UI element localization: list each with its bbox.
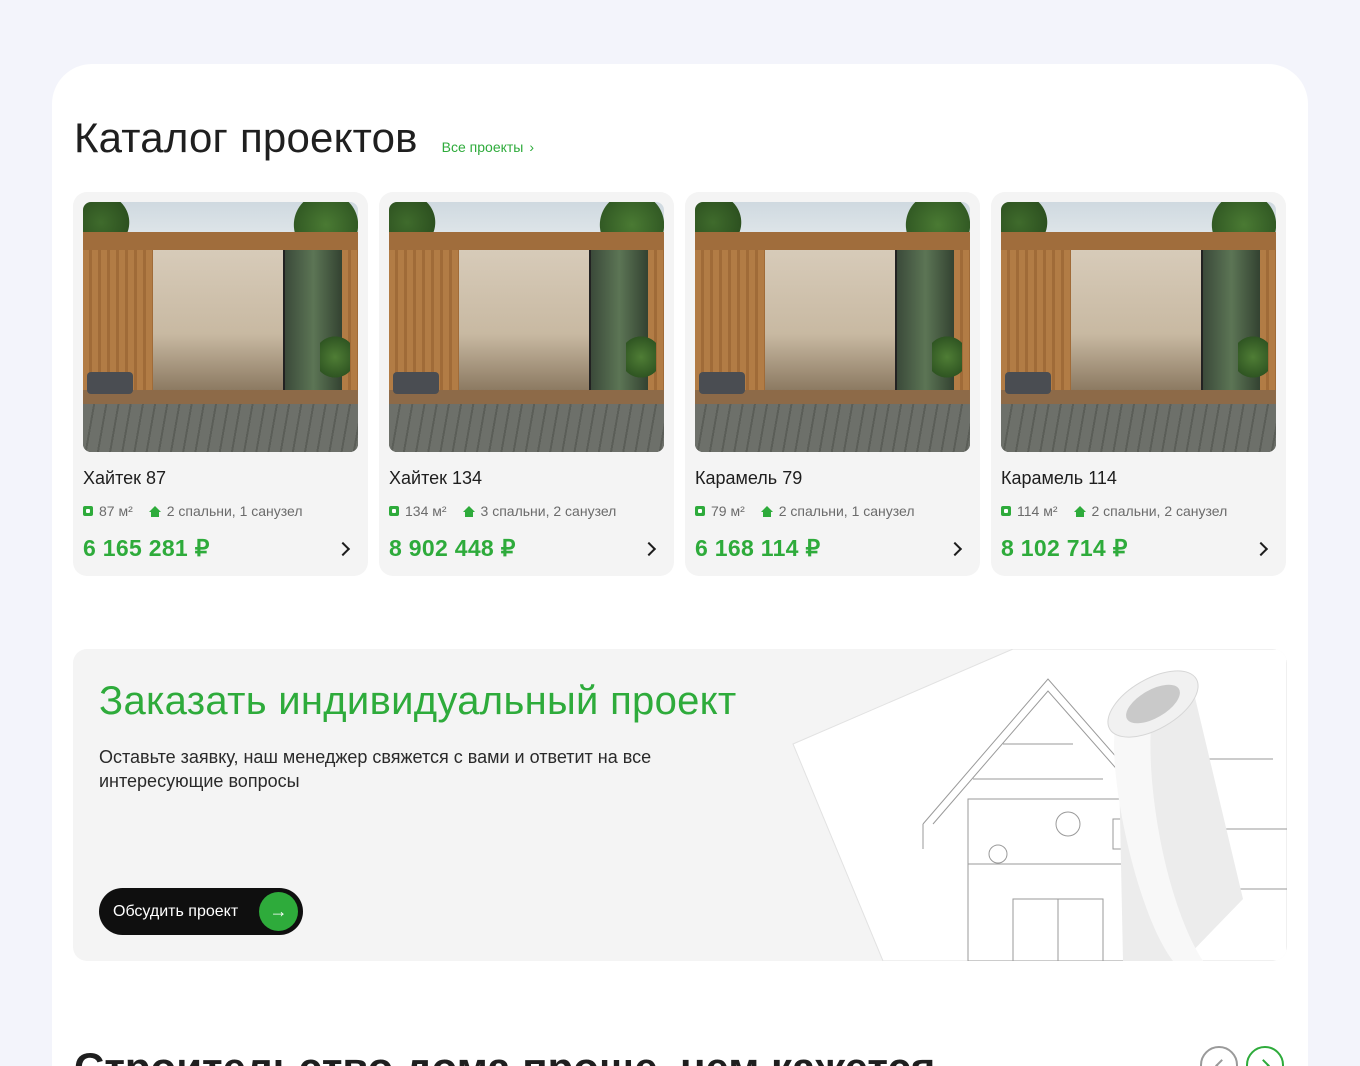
all-projects-link[interactable]: Все проекты ›	[442, 139, 534, 155]
price-row: 6 165 281 ₽	[83, 535, 358, 562]
project-area: 79 м²	[711, 503, 745, 519]
chevron-right-icon	[1256, 1058, 1270, 1066]
project-area: 87 м²	[99, 503, 133, 519]
project-name: Хайтек 87	[83, 468, 167, 488]
project-name: Хайтек 134	[389, 468, 483, 488]
catalog-title: Каталог проектов	[74, 114, 418, 161]
order-subtitle: Оставьте заявку, наш менеджер свяжется с…	[99, 747, 652, 791]
project-rooms: 3 спальни, 2 санузел	[480, 503, 617, 519]
project-cards: Хайтек 87 87 м² 2 спальни, 1 санузел 6 1…	[73, 192, 1286, 576]
chevron-left-icon	[1214, 1058, 1228, 1066]
house-icon	[1073, 505, 1086, 517]
area-square-icon	[695, 506, 705, 516]
order-title: Заказать индивидуальный проект	[99, 679, 737, 723]
project-meta: 134 м² 3 спальни, 2 санузел	[389, 503, 664, 519]
project-rooms: 2 спальни, 1 санузел	[778, 503, 915, 519]
chevron-right-icon: ›	[529, 139, 535, 155]
house-icon	[462, 505, 475, 517]
price-row: 8 902 448 ₽	[389, 535, 664, 562]
blueprint-illustration	[792, 649, 1287, 961]
project-card[interactable]: Хайтек 87 87 м² 2 спальни, 1 санузел 6 1…	[73, 192, 368, 576]
project-price: 8 902 448 ₽	[389, 535, 516, 561]
chevron-right-icon[interactable]	[335, 541, 351, 556]
price-row: 8 102 714 ₽	[1001, 535, 1276, 562]
project-price: 8 102 714 ₽	[1001, 535, 1128, 561]
carousel-next-button[interactable]	[1246, 1046, 1284, 1066]
area-square-icon	[1001, 506, 1011, 516]
custom-project-banner: Заказать индивидуальный проект Оставьте …	[73, 649, 1287, 961]
catalog-header: Каталог проектов Все проекты ›	[74, 114, 534, 162]
arrow-right-icon: →	[259, 892, 298, 931]
area-square-icon	[389, 506, 399, 516]
project-name: Карамель 114	[1001, 468, 1117, 488]
house-icon	[148, 505, 161, 517]
construction-section-title: Строительство дома проще, чем кажется	[74, 1044, 935, 1066]
project-price: 6 168 114 ₽	[695, 535, 821, 561]
project-photo	[83, 202, 358, 452]
project-meta: 114 м² 2 спальни, 2 санузел	[1001, 503, 1276, 519]
discuss-project-button[interactable]: Обсудить проект →	[99, 888, 303, 935]
project-rooms: 2 спальни, 2 санузел	[1091, 503, 1228, 519]
project-photo	[695, 202, 970, 452]
project-card[interactable]: Карамель 114 114 м² 2 спальни, 2 санузел…	[991, 192, 1286, 576]
project-meta: 79 м² 2 спальни, 1 санузел	[695, 503, 970, 519]
project-photo	[389, 202, 664, 452]
price-row: 6 168 114 ₽	[695, 535, 970, 562]
area-square-icon	[83, 506, 93, 516]
house-icon	[760, 505, 773, 517]
project-area: 114 м²	[1017, 503, 1058, 519]
project-photo	[1001, 202, 1276, 452]
project-card[interactable]: Карамель 79 79 м² 2 спальни, 1 санузел 6…	[685, 192, 980, 576]
project-area: 134 м²	[405, 503, 447, 519]
carousel-prev-button[interactable]	[1200, 1046, 1238, 1066]
chevron-right-icon[interactable]	[1253, 541, 1269, 556]
page-background: Каталог проектов Все проекты › Хайтек 87…	[0, 0, 1360, 1066]
project-price: 6 165 281 ₽	[83, 535, 210, 561]
all-projects-label: Все проекты	[441, 139, 524, 155]
content-panel: Каталог проектов Все проекты › Хайтек 87…	[52, 64, 1308, 1066]
chevron-right-icon[interactable]	[641, 541, 657, 556]
chevron-right-icon[interactable]	[947, 541, 963, 556]
project-name: Карамель 79	[695, 468, 803, 488]
project-rooms: 2 спальни, 1 санузел	[166, 503, 303, 519]
discuss-button-label: Обсудить проект	[113, 902, 239, 920]
project-card[interactable]: Хайтек 134 134 м² 3 спальни, 2 санузел 8…	[379, 192, 674, 576]
project-meta: 87 м² 2 спальни, 1 санузел	[83, 503, 358, 519]
